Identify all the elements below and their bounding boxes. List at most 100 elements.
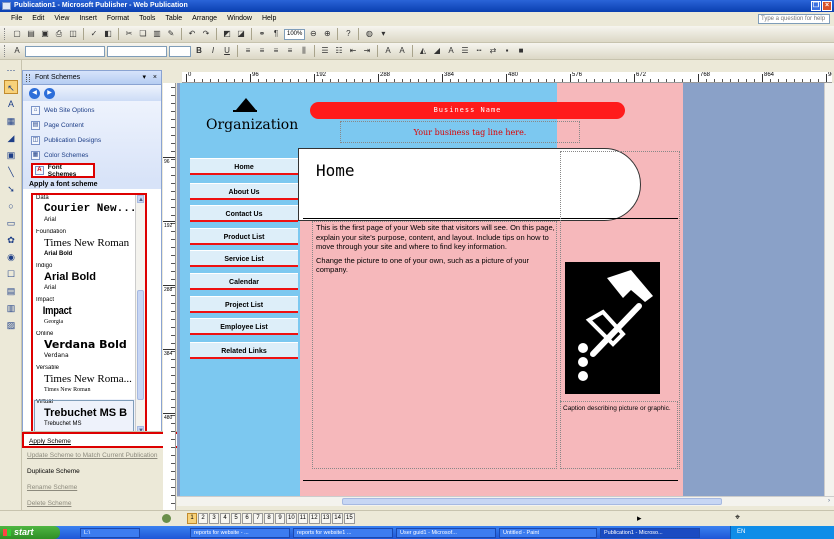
page-tab-6[interactable]: 6 [242,513,252,524]
nav-related-links[interactable]: Related Links [190,342,298,359]
menu-format[interactable]: Format [102,12,134,26]
scheme-item-versatile[interactable]: Versatile Times New Roma... Times New Ro… [33,365,145,399]
align-left-icon[interactable]: ≡ [242,45,254,57]
rectangle-tool-icon[interactable]: ▭ [4,216,18,230]
increase-indent-icon[interactable]: ⇥ [361,45,373,57]
vertical-scrollbar[interactable] [824,83,834,496]
page-tab-14[interactable]: 14 [332,513,343,524]
bring-front-icon[interactable]: ◩ [221,28,233,40]
bold-icon[interactable]: B [193,45,205,57]
link-font-schemes[interactable]: A Font Schemes [31,163,95,178]
start-button[interactable]: start [0,526,60,539]
wordart-icon[interactable]: ◢ [4,131,18,145]
nav-product-list[interactable]: Product List [190,228,298,245]
research-icon[interactable]: ◧ [102,28,114,40]
close-button[interactable]: × [822,1,832,11]
menu-edit[interactable]: Edit [27,12,49,26]
copy-icon[interactable]: ❏ [137,28,149,40]
scroll-thumb[interactable] [342,498,722,505]
page-tab-9[interactable]: 9 [275,513,285,524]
pilcrow-icon[interactable]: ¶ [270,28,282,40]
page-tab-15[interactable]: 15 [343,513,355,524]
style-select[interactable] [25,45,105,57]
nav-calendar[interactable]: Calendar [190,273,298,290]
increase-font-icon[interactable]: A [396,45,408,57]
menu-help[interactable]: Help [257,12,281,26]
toolbar-grip[interactable] [4,28,7,40]
hot-spot-icon[interactable]: ◉ [4,250,18,264]
dash-style-icon[interactable]: ┅ [473,45,485,57]
redo-icon[interactable]: ↷ [200,28,212,40]
nav-home[interactable]: Home [190,158,298,175]
duplicate-scheme-link[interactable]: Duplicate Scheme [22,464,182,480]
font-color-icon[interactable]: A [445,45,457,57]
arrow-style-icon[interactable]: ⇄ [487,45,499,57]
table-tool-icon[interactable]: ▦ [4,114,18,128]
page-tab-8[interactable]: 8 [264,513,274,524]
picture-frame-icon[interactable]: ▣ [4,148,18,162]
link-color-schemes[interactable]: ▦ Color Schemes [31,148,153,163]
business-name-banner[interactable]: Business Name [310,102,625,119]
link-publication-designs[interactable]: ◫ Publication Designs [31,133,153,148]
logo-frame[interactable]: Organization [200,96,300,151]
align-center-icon[interactable]: ≡ [256,45,268,57]
scheme-item-foundation[interactable]: Foundation Times New Roman Arial Bold [33,229,145,263]
toolbar-grip[interactable] [4,45,7,57]
paste-icon[interactable]: ▥ [151,28,163,40]
print-preview-icon[interactable]: ◫ [67,28,79,40]
autoshapes-icon[interactable]: ✿ [4,233,18,247]
decrease-indent-icon[interactable]: ⇤ [347,45,359,57]
menu-window[interactable]: Window [222,12,257,26]
nav-about-us[interactable]: About Us [190,183,298,200]
workspace[interactable]: Organization Home About Us Contact Us Pr… [177,83,834,496]
italic-icon[interactable]: I [207,45,219,57]
horizontal-scrollbar[interactable]: › [177,496,834,506]
scheme-item-virtual[interactable]: Virtual Trebuchet MS B Trebuchet MS [33,399,145,433]
cut-icon[interactable]: ✂ [123,28,135,40]
new-icon[interactable]: ▢ [11,28,23,40]
forward-arrow-icon[interactable]: ▶ [44,88,55,99]
page-tab-7[interactable]: 7 [253,513,263,524]
nav-contact-us[interactable]: Contact Us [190,205,298,222]
task-explorer[interactable]: L:\ [80,527,140,538]
task-user-guide[interactable]: User guid1 - Microsof... [396,527,496,538]
scroll-up-icon[interactable]: ▲ [137,195,144,203]
format-painter-icon[interactable]: ✎ [165,28,177,40]
horizontal-ruler[interactable]: 0 96 192 288 384 480 576 672 768 864 960 [182,72,832,83]
page-tab-2[interactable]: 2 [198,513,208,524]
picture-frame[interactable] [565,262,660,394]
html-fragment-icon[interactable]: ▤ [4,284,18,298]
help-icon[interactable]: ? [342,28,354,40]
undo-icon[interactable]: ↶ [186,28,198,40]
toolbar-options-icon[interactable]: ▾ [377,28,389,40]
spelling-icon[interactable]: ✓ [88,28,100,40]
page-tab-12[interactable]: 12 [308,513,320,524]
line-tool-icon[interactable]: ╲ [4,165,18,179]
task-reports-1[interactable]: reports for website - ... [190,527,290,538]
vertical-ruler[interactable]: 96 192 288 384 480 [163,83,176,511]
design-gallery-icon[interactable]: ▥ [4,301,18,315]
page-title[interactable]: Home [316,161,355,180]
link-page-content[interactable]: ▤ Page Content [31,118,153,133]
form-control-icon[interactable]: ☐ [4,267,18,281]
menu-file[interactable]: File [6,12,27,26]
fill-color-icon[interactable]: ◭ [417,45,429,57]
arrow-tool-icon[interactable]: ➘ [4,182,18,196]
scroll-thumb[interactable] [137,290,144,400]
numbering-icon[interactable]: ☰ [319,45,331,57]
menu-insert[interactable]: Insert [74,12,102,26]
web-preview-icon[interactable]: ◍ [363,28,375,40]
scheme-list-scrollbar[interactable]: ▲ ▼ [135,195,145,434]
zoom-out-icon[interactable]: ⊖ [307,28,319,40]
3d-icon[interactable]: ■ [515,45,527,57]
help-search-input[interactable]: Type a question for help [758,14,830,24]
nav-employee-list[interactable]: Employee List [190,318,298,335]
underline-icon[interactable]: U [221,45,233,57]
language-indicator[interactable]: EN [737,529,745,535]
zoom-in-icon[interactable]: ⊕ [321,28,333,40]
task-publisher[interactable]: Publication1 - Microso... [600,527,700,538]
justify-icon[interactable]: ≡ [284,45,296,57]
font-size-select[interactable] [169,45,191,57]
hyperlink-icon[interactable]: ⚭ [256,28,268,40]
scheme-item-impact[interactable]: Impact Impact Georgia [33,297,145,331]
